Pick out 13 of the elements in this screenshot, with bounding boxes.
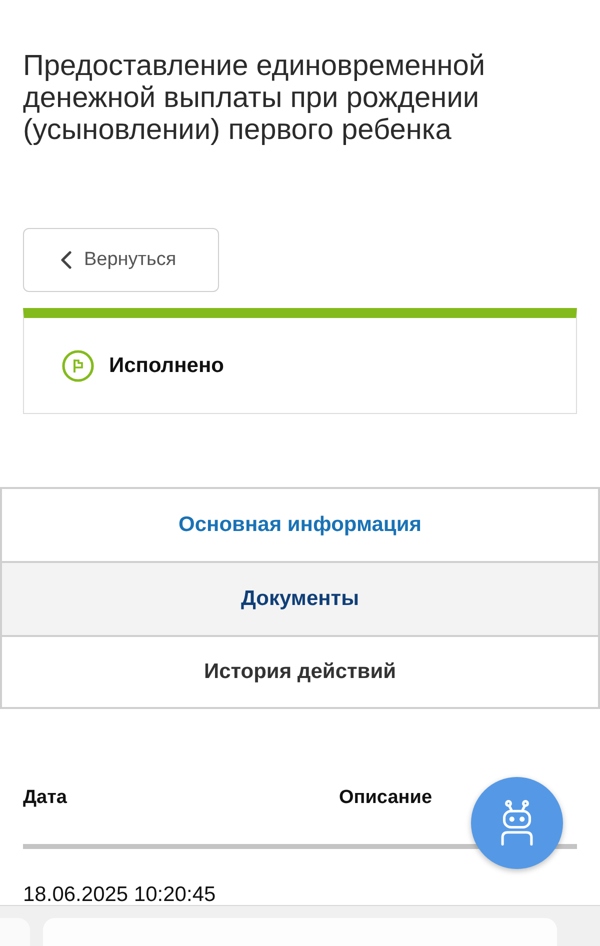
chat-bot-button[interactable] <box>471 777 563 869</box>
column-header: Дата <box>23 787 67 809</box>
status-label: Исполнено <box>109 354 224 378</box>
flag-icon <box>62 350 94 382</box>
tab[interactable]: Документы <box>0 561 600 635</box>
tab[interactable]: История действий <box>0 635 600 709</box>
page-title: Предоставление единовременной денежной выплаты при рождении (усыновлении) первого ребенка <box>22 49 486 146</box>
robot-icon <box>500 800 534 846</box>
chevron-left-icon <box>60 251 72 269</box>
table-cell: 18.06.2025 10:20:45 <box>23 883 216 907</box>
tab[interactable]: Основная информация <box>0 487 600 561</box>
column-header: Описание <box>339 787 432 809</box>
back-button[interactable]: Вернуться <box>23 228 219 292</box>
